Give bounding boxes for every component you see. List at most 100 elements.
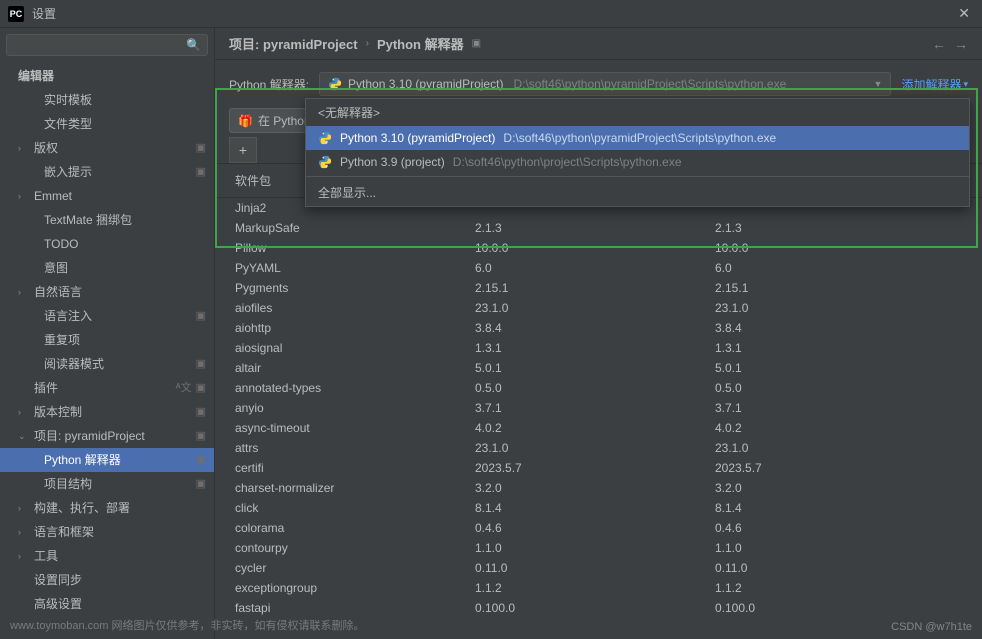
package-row[interactable]: altair5.0.15.0.1 [215,358,982,378]
interpreter-name: Python 3.10 (pyramidProject) [348,77,503,91]
search-input[interactable] [13,38,186,52]
sidebar-item[interactable]: 实时模板 [0,88,214,112]
sidebar-item[interactable]: 重复项 [0,328,214,352]
package-row[interactable]: contourpy1.1.01.1.0 [215,538,982,558]
package-row[interactable]: annotated-types0.5.00.5.0 [215,378,982,398]
project-badge-icon: ▣ [196,451,206,469]
sidebar-item[interactable]: 设置同步 [0,568,214,592]
package-row[interactable]: aiofiles23.1.023.1.0 [215,298,982,318]
package-row[interactable]: fastapi0.100.00.100.0 [215,598,982,618]
project-badge-icon: ▣ [196,163,206,181]
pkg-latest: 10.0.0 [709,239,968,257]
package-row[interactable]: certifi2023.5.72023.5.7 [215,458,982,478]
package-row[interactable]: PyYAML6.06.0 [215,258,982,278]
package-row[interactable]: click8.1.48.1.4 [215,498,982,518]
pkg-version: 2023.5.7 [469,459,709,477]
dd-python39[interactable]: Python 3.9 (project) D:\soft46\python\pr… [306,150,969,174]
package-row[interactable]: exceptiongroup1.1.21.1.2 [215,578,982,598]
sidebar-item[interactable]: ›版权▣ [0,136,214,160]
sidebar-item[interactable]: ›工具 [0,544,214,568]
sidebar-item[interactable]: 嵌入提示▣ [0,160,214,184]
window-title: 设置 [32,5,56,22]
pkg-name: cycler [229,559,469,577]
package-row[interactable]: attrs23.1.023.1.0 [215,438,982,458]
package-row[interactable]: aiosignal1.3.11.3.1 [215,338,982,358]
pkg-latest: 2023.5.7 [709,459,968,477]
package-row[interactable]: MarkupSafe2.1.32.1.3 [215,218,982,238]
crumb-project[interactable]: 项目: pyramidProject [229,34,358,53]
sidebar-item-label: 版权 [34,139,58,157]
interpreter-dropdown[interactable]: Python 3.10 (pyramidProject) D:\soft46\p… [319,72,891,96]
package-row[interactable]: charset-normalizer3.2.03.2.0 [215,478,982,498]
project-badge-icon: ▣ [472,38,481,49]
sidebar-item[interactable]: TODO [0,232,214,256]
sidebar-item[interactable]: 意图 [0,256,214,280]
add-interpreter-link[interactable]: 添加解释器▾ [901,76,968,93]
sidebar-item[interactable]: 项目结构▣ [0,472,214,496]
back-icon[interactable]: ← [932,36,946,52]
pkg-version: 10.0.0 [469,239,709,257]
package-row[interactable]: async-timeout4.0.24.0.2 [215,418,982,438]
pkg-latest: 1.3.1 [709,339,968,357]
lang-icon: ᴬ文 [176,379,192,397]
project-badge-icon: ▣ [196,355,206,373]
chevron-right-icon: › [366,38,369,49]
sidebar-item[interactable]: 插件ᴬ文▣ [0,376,214,400]
package-row[interactable]: aiohttp3.8.43.8.4 [215,318,982,338]
chevron-icon: › [18,139,32,157]
package-row[interactable]: colorama0.4.60.4.6 [215,518,982,538]
pkg-version: 0.4.6 [469,519,709,537]
interpreter-path: D:\soft46\python\pyramidProject\Scripts\… [513,77,786,91]
pkg-latest: 3.7.1 [709,399,968,417]
sidebar-item[interactable]: Python 解释器▣ [0,448,214,472]
dd-show-all[interactable]: 全部显示... [306,179,969,206]
pkg-name: contourpy [229,539,469,557]
pkg-name: aiosignal [229,339,469,357]
sidebar-item[interactable]: 语言注入▣ [0,304,214,328]
pkg-latest: 6.0 [709,259,968,277]
pkg-version: 1.1.0 [469,539,709,557]
sidebar-item[interactable]: ›自然语言 [0,280,214,304]
sidebar-item[interactable]: ⌄项目: pyramidProject▣ [0,424,214,448]
sidebar-item[interactable]: ›Emmet [0,184,214,208]
project-badge-icon: ▣ [196,307,206,325]
pkg-name: anyio [229,399,469,417]
pkg-latest: 0.4.6 [709,519,968,537]
sidebar-item-label: 自然语言 [34,283,82,301]
python-icon [318,155,332,169]
pkg-latest: 5.0.1 [709,359,968,377]
package-row[interactable]: cycler0.11.00.11.0 [215,558,982,578]
sidebar-item[interactable]: 编辑器 [0,64,214,88]
sidebar-item[interactable]: 高级设置 [0,592,214,616]
sidebar-item[interactable]: ›语言和框架 [0,520,214,544]
main-panel: 项目: pyramidProject › Python 解释器 ▣ ← → Py… [215,28,982,639]
sidebar-item[interactable]: TextMate 捆绑包 [0,208,214,232]
package-row[interactable]: anyio3.7.13.7.1 [215,398,982,418]
dd-no-interpreter[interactable]: <无解释器> [306,99,969,126]
dd-python310[interactable]: Python 3.10 (pyramidProject) D:\soft46\p… [306,126,969,150]
close-icon[interactable]: ✕ [954,5,974,22]
app-icon: PC [8,6,24,22]
interpreter-label: Python 解释器: [229,76,309,93]
sidebar-item-label: 意图 [44,259,68,277]
sidebar-item[interactable]: ›版本控制▣ [0,400,214,424]
chevron-icon: › [18,547,32,565]
package-row[interactable]: Pillow10.0.010.0.0 [215,238,982,258]
sidebar-item-label: TODO [44,235,78,253]
sidebar-item[interactable]: 阅读器模式▣ [0,352,214,376]
pkg-latest: 1.1.0 [709,539,968,557]
pkg-version: 23.1.0 [469,439,709,457]
packages-table: Jinja2MarkupSafe2.1.32.1.3Pillow10.0.010… [215,198,982,639]
sidebar-item-label: 编辑器 [18,67,54,85]
pkg-version: 1.1.2 [469,579,709,597]
sidebar-item[interactable]: 文件类型 [0,112,214,136]
pkg-name: exceptiongroup [229,579,469,597]
search-input-wrap[interactable]: 🔍 [6,34,208,56]
package-row[interactable]: Pygments2.15.12.15.1 [215,278,982,298]
chevron-icon: › [18,523,32,541]
sidebar-item[interactable]: ›构建、执行、部署 [0,496,214,520]
forward-icon[interactable]: → [954,36,968,52]
add-package-button[interactable]: + [229,137,257,163]
pkg-latest: 0.5.0 [709,379,968,397]
pkg-name: altair [229,359,469,377]
